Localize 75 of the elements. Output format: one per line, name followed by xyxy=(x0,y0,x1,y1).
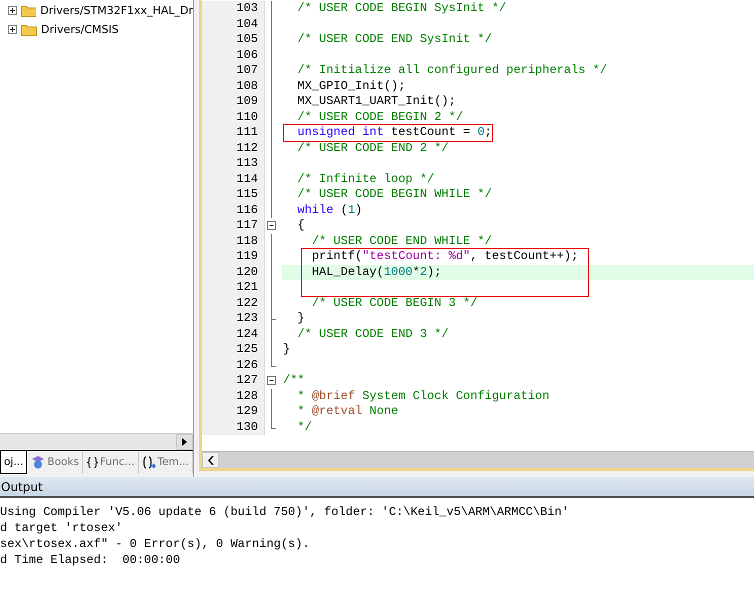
line-number: 107 xyxy=(202,63,264,78)
code-line: MX_USART1_UART_Init(); xyxy=(296,94,456,110)
line-number: 115 xyxy=(202,187,264,202)
scroll-left-button[interactable] xyxy=(202,452,219,468)
code-line: /* USER CODE BEGIN WHILE */ xyxy=(296,187,492,202)
expand-icon[interactable] xyxy=(8,25,17,34)
code-line: unsigned int testCount = 0; xyxy=(296,125,492,140)
expand-icon[interactable] xyxy=(8,6,17,15)
line-number: 124 xyxy=(202,326,264,342)
code-line: /* Infinite loop */ xyxy=(296,172,434,187)
panel-tab[interactable]: Tem... xyxy=(138,451,193,474)
right-arrow-icon xyxy=(182,438,187,446)
code-line: /* USER CODE BEGIN SysInit */ xyxy=(296,1,506,16)
line-number: 130 xyxy=(202,420,264,435)
panel-tab[interactable]: oj... xyxy=(0,451,28,474)
code-line: HAL_Delay(1000*2); xyxy=(310,264,442,280)
line-number: 123 xyxy=(202,311,264,326)
line-number: 129 xyxy=(202,404,264,420)
line-number: 104 xyxy=(202,16,264,32)
line-number: 106 xyxy=(202,48,264,63)
code-line: printf("testCount: %d", testCount++); xyxy=(310,249,578,264)
code-line: /* USER CODE END SysInit */ xyxy=(296,32,492,48)
line-number: 113 xyxy=(202,156,264,172)
line-number: 121 xyxy=(202,280,264,296)
braces-icon xyxy=(86,456,98,468)
tree-item[interactable]: Drivers/CMSIS xyxy=(41,23,119,36)
line-number: 111 xyxy=(202,125,264,140)
code-line: } xyxy=(296,311,305,326)
horizontal-scrollbar[interactable] xyxy=(202,451,754,468)
code-line: /* USER CODE END 2 */ xyxy=(296,140,449,156)
line-number: 125 xyxy=(202,342,264,358)
code-line: * @retval None xyxy=(296,404,398,420)
code-line: * @brief System Clock Configuration xyxy=(296,388,550,404)
fold-collapse-icon[interactable] xyxy=(267,376,276,385)
panel-tab[interactable]: Books xyxy=(27,451,83,474)
line-number: 109 xyxy=(202,94,264,110)
scroll-right-button[interactable] xyxy=(176,434,193,450)
code-line: /* USER CODE BEGIN 3 */ xyxy=(310,296,478,311)
horizontal-scrollbar[interactable] xyxy=(0,433,193,450)
folder-icon xyxy=(20,4,36,17)
line-number: 116 xyxy=(202,202,264,218)
line-number: 110 xyxy=(202,110,264,125)
output-line: sex\rtosex.axf" - 0 Error(s), 0 Warning(s). xyxy=(0,536,310,552)
line-number: 108 xyxy=(202,78,264,94)
template-icon xyxy=(142,456,156,468)
line-number: 120 xyxy=(202,264,264,280)
line-number: 117 xyxy=(202,218,264,234)
fold-collapse-icon[interactable] xyxy=(267,221,276,230)
line-number: 114 xyxy=(202,172,264,187)
line-number: 103 xyxy=(202,1,264,16)
tree-item[interactable]: Drivers/STM32F1xx_HAL_Dr xyxy=(40,4,193,17)
line-number: 118 xyxy=(202,234,264,249)
output-line: Using Compiler 'V5.06 update 6 (build 750)', folder: 'C:\Keil_v5\ARM\ARMCC\Bin' xyxy=(0,504,569,520)
line-number: 105 xyxy=(202,32,264,48)
code-line: while (1) xyxy=(296,202,362,218)
output-panel-title: Output xyxy=(0,480,43,494)
code-line: MX_GPIO_Init(); xyxy=(296,78,406,94)
folder-icon xyxy=(21,23,37,36)
code-line: /* USER CODE BEGIN 2 */ xyxy=(296,110,464,125)
line-number: 122 xyxy=(202,296,264,311)
code-line: /** xyxy=(282,373,305,388)
code-line: /* Initialize all configured peripherals */ xyxy=(296,63,608,78)
code-line: { xyxy=(296,218,305,234)
line-number: 128 xyxy=(202,388,264,404)
output-line: d target 'rtosex' xyxy=(0,520,122,536)
line-number: 127 xyxy=(202,373,264,388)
code-line: } xyxy=(282,342,290,358)
line-number: 112 xyxy=(202,140,264,156)
line-number: 126 xyxy=(202,358,264,373)
code-line: /* USER CODE END 3 */ xyxy=(296,326,449,342)
code-line: */ xyxy=(296,420,312,435)
output-line: d Time Elapsed: 00:00:00 xyxy=(0,552,180,568)
code-line: /* USER CODE END WHILE */ xyxy=(310,234,492,249)
line-number: 119 xyxy=(202,249,264,264)
panel-tab[interactable]: Func... xyxy=(82,451,139,474)
